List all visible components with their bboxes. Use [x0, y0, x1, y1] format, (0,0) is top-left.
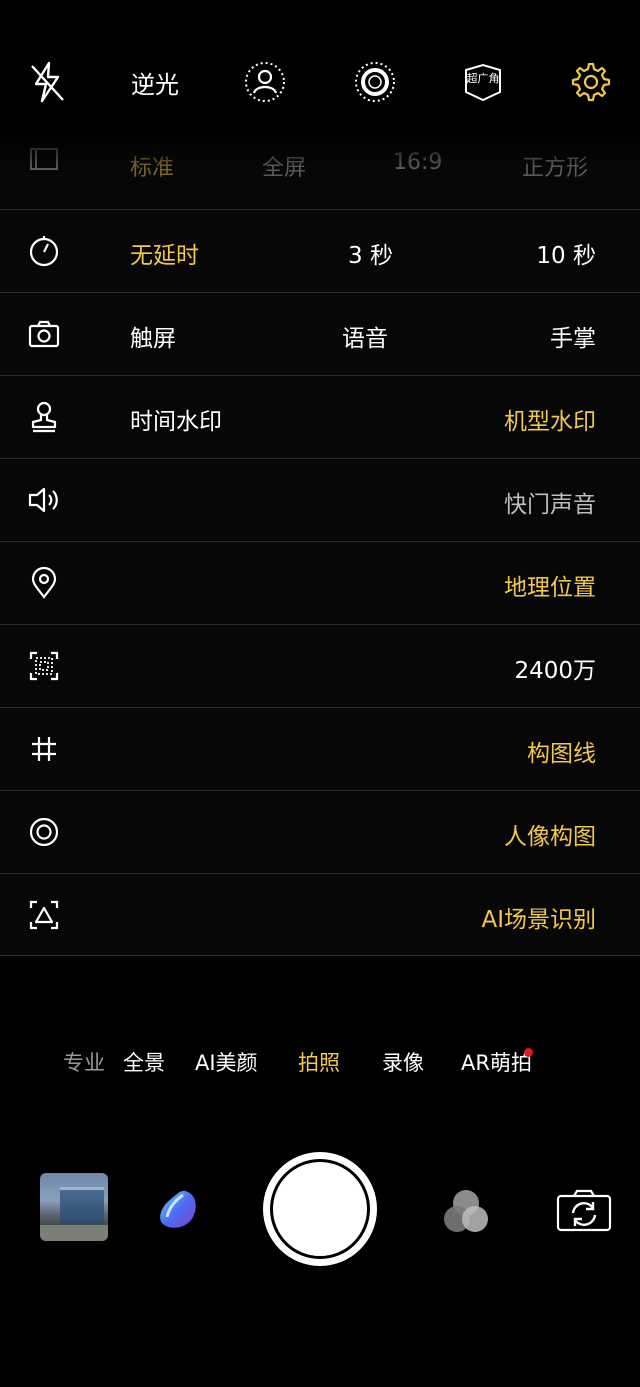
- camera-icon: [28, 320, 60, 348]
- capture-option-palm[interactable]: 手掌: [550, 319, 596, 353]
- speaker-icon: [28, 487, 58, 513]
- mode-video[interactable]: 录像: [382, 1047, 424, 1077]
- watermark-option-model[interactable]: 机型水印: [504, 402, 596, 436]
- shutter-sound-label: 快门声音: [504, 492, 596, 518]
- location-pin-icon: [31, 566, 57, 599]
- timer-option-10s[interactable]: 10 秒: [536, 236, 596, 270]
- wide-angle-button[interactable]: 超广角: [458, 40, 508, 124]
- portrait-composition-row[interactable]: 人像构图: [0, 790, 640, 873]
- timer-icon: [29, 236, 59, 267]
- resolution-label: 2400万: [514, 658, 596, 684]
- resolution-row[interactable]: 2400万: [0, 624, 640, 707]
- scene-frame-icon: [29, 900, 59, 930]
- capture-option-touch[interactable]: 触屏: [130, 319, 176, 353]
- scroll-fade: [0, 128, 640, 168]
- mode-pro[interactable]: 专业: [63, 1047, 105, 1077]
- portrait-composition-label: 人像构图: [504, 824, 596, 850]
- portrait-mode-icon[interactable]: [240, 40, 290, 124]
- ar-notification-badge: [524, 1048, 533, 1057]
- top-toolbar: 逆光 超广角: [0, 40, 640, 124]
- timer-row: 无延时 3 秒 10 秒: [0, 209, 640, 292]
- gallery-thumbnail[interactable]: [40, 1173, 108, 1241]
- ai-scene-label: AI场景识别: [481, 907, 596, 933]
- stamp-icon: [31, 401, 57, 433]
- mode-photo[interactable]: 拍照: [298, 1047, 340, 1077]
- location-row[interactable]: 地理位置: [0, 541, 640, 624]
- bottom-controls: [0, 1140, 640, 1280]
- timer-option-none[interactable]: 无延时: [130, 236, 199, 270]
- filters-icon[interactable]: [440, 1187, 492, 1237]
- grid-lines-row[interactable]: 构图线: [0, 707, 640, 790]
- target-circle-icon: [29, 817, 59, 847]
- beauty-filter-icon[interactable]: [155, 1187, 201, 1233]
- mode-strip: 专业 全景 AI美颜 拍照 录像 AR萌拍: [0, 1043, 640, 1079]
- gear-icon[interactable]: [566, 40, 616, 124]
- location-label: 地理位置: [504, 575, 596, 601]
- mode-ai-beauty[interactable]: AI美颜: [195, 1047, 258, 1077]
- flip-camera-icon[interactable]: [556, 1188, 612, 1232]
- backlight-label: 逆光: [131, 70, 179, 99]
- watermark-row: 时间水印 机型水印: [0, 375, 640, 458]
- ai-scene-row[interactable]: AI场景识别: [0, 873, 640, 956]
- live-photo-icon[interactable]: [350, 40, 400, 124]
- shutter-sound-row[interactable]: 快门声音: [0, 458, 640, 541]
- timer-option-3s[interactable]: 3 秒: [348, 236, 393, 270]
- shutter-inner-ring: [270, 1159, 370, 1259]
- mode-ar[interactable]: AR萌拍: [461, 1047, 532, 1077]
- backlight-button[interactable]: 逆光: [118, 40, 192, 124]
- capture-option-voice[interactable]: 语音: [342, 319, 388, 353]
- wide-angle-label: 超广角: [466, 72, 500, 85]
- resolution-grid-icon: [29, 651, 59, 681]
- grid-lines-label: 构图线: [527, 741, 596, 767]
- mode-panorama[interactable]: 全景: [123, 1047, 165, 1077]
- watermark-option-time[interactable]: 时间水印: [130, 402, 222, 436]
- panel-bottom-divider: [0, 955, 640, 956]
- capture-mode-row: 触屏 语音 手掌: [0, 292, 640, 375]
- grid-icon: [32, 737, 56, 761]
- flash-off-icon[interactable]: [22, 40, 72, 124]
